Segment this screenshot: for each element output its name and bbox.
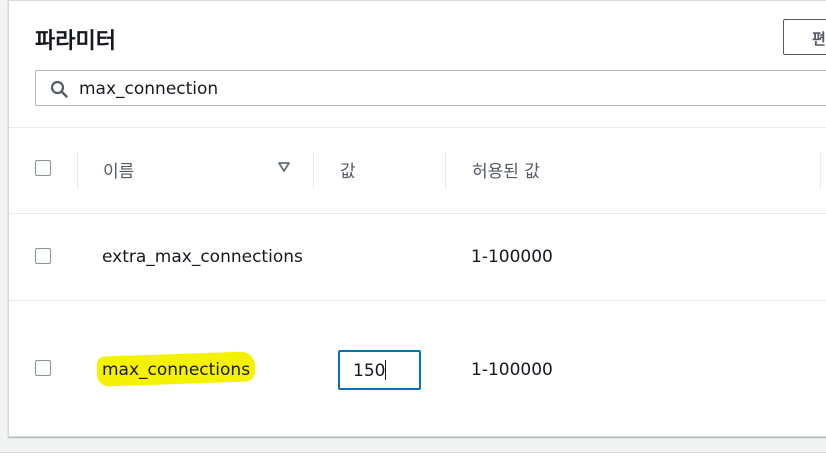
- column-header-allowed-values: 허용된 값: [472, 162, 540, 182]
- row-divider: [9, 213, 826, 214]
- allowed-values: 1-100000: [471, 360, 553, 380]
- parameter-value-input[interactable]: 150: [338, 350, 421, 390]
- column-separator: [820, 151, 821, 189]
- search-value: max_connection: [79, 79, 219, 99]
- column-header-value: 값: [340, 162, 356, 182]
- table-header: 이름 값 허용된 값: [9, 128, 826, 213]
- parameter-name: max_connections: [102, 360, 251, 380]
- panel-title: 파라미터: [35, 29, 116, 54]
- column-separator: [313, 151, 314, 189]
- column-separator: [77, 151, 78, 189]
- column-separator: [445, 151, 446, 189]
- select-all-checkbox[interactable]: [35, 160, 51, 176]
- search-input[interactable]: max_connection: [35, 70, 826, 106]
- allowed-values: 1-100000: [471, 247, 553, 267]
- parameters-panel: 파라미터 편 max_connection 이름 값 허용된 값 extra_m…: [8, 0, 826, 437]
- parameter-name: extra_max_connections: [102, 247, 303, 267]
- edit-button[interactable]: 편: [783, 19, 826, 55]
- sort-down-icon[interactable]: [277, 161, 291, 173]
- column-header-name[interactable]: 이름: [103, 157, 134, 182]
- row-checkbox[interactable]: [35, 248, 51, 264]
- row-checkbox[interactable]: [35, 360, 51, 376]
- text-caret: [385, 360, 387, 380]
- next-panel-edge: [0, 452, 826, 466]
- search-icon: [50, 80, 68, 98]
- row-divider: [9, 300, 826, 301]
- parameter-value: 150: [353, 361, 386, 381]
